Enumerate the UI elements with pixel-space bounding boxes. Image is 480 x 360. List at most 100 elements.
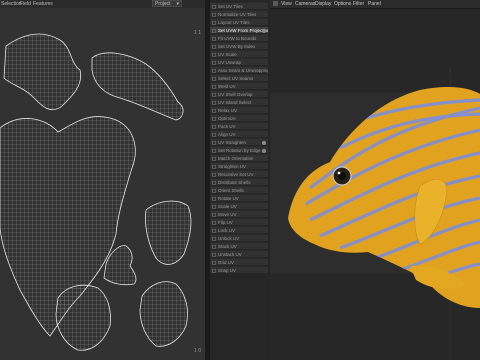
- command-label: Weld UV: [218, 84, 236, 89]
- command-item[interactable]: Match Orientation: [210, 154, 268, 161]
- chevron-down-icon: ▾: [176, 1, 179, 7]
- command-item[interactable]: Pack UV: [210, 122, 268, 129]
- command-item[interactable]: Move UV: [210, 210, 268, 217]
- command-label: UV Island Select: [218, 100, 252, 105]
- checkbox-icon[interactable]: [212, 236, 216, 241]
- command-item[interactable]: UV Scale: [210, 50, 268, 57]
- command-item[interactable]: Set Rotation by Edge: [210, 146, 268, 153]
- checkbox-icon[interactable]: [212, 140, 216, 145]
- command-item[interactable]: Flip UV: [210, 218, 268, 225]
- command-item[interactable]: Straighten UV: [210, 162, 268, 169]
- viewport-menu-icon[interactable]: [273, 1, 278, 6]
- checkbox-icon[interactable]: [212, 180, 216, 185]
- checkbox-icon[interactable]: [212, 252, 216, 257]
- menu-field[interactable]: Field: [20, 1, 31, 7]
- command-item[interactable]: UV Unwrap: [210, 58, 268, 65]
- command-item[interactable]: Relax UV: [210, 106, 268, 113]
- command-label: Set Rotation by Edge: [218, 148, 261, 153]
- checkbox-icon[interactable]: [212, 12, 216, 17]
- command-label: Set UVW From Projection: [218, 28, 268, 33]
- menu-options[interactable]: Options: [334, 1, 351, 7]
- command-label: Fit UVW to Bounds: [218, 36, 257, 41]
- menu-cameras[interactable]: Cameras: [295, 1, 315, 7]
- checkbox-icon[interactable]: [212, 156, 216, 161]
- project-dropdown-label: Project: [155, 1, 171, 7]
- checkbox-icon[interactable]: [212, 76, 216, 81]
- command-item[interactable]: Optimize: [210, 114, 268, 121]
- command-item[interactable]: Fit UVW to Bounds: [210, 34, 268, 41]
- command-label: Optimize: [218, 116, 236, 121]
- checkbox-icon[interactable]: [212, 44, 216, 49]
- checkbox-icon[interactable]: [212, 220, 216, 225]
- command-label: UV Shell Overlap: [218, 92, 253, 97]
- checkbox-icon[interactable]: [212, 132, 216, 137]
- 3d-viewport[interactable]: View Cameras Display Options Filter Pane…: [270, 0, 480, 360]
- menu-panel[interactable]: Panel: [368, 1, 381, 7]
- project-dropdown[interactable]: Project ▾: [152, 0, 182, 7]
- checkbox-icon[interactable]: [212, 4, 216, 9]
- uv-editor-canvas[interactable]: 1 1 1 0: [0, 8, 205, 360]
- checkbox-icon[interactable]: [212, 100, 216, 105]
- checkbox-icon[interactable]: [212, 28, 216, 33]
- checkbox-icon[interactable]: [212, 52, 216, 57]
- checkbox-icon[interactable]: [212, 212, 216, 217]
- checkbox-icon[interactable]: [212, 92, 216, 97]
- checkbox-icon[interactable]: [212, 116, 216, 121]
- checkbox-icon[interactable]: [212, 108, 216, 113]
- command-item[interactable]: Recursive Set UV: [210, 170, 268, 177]
- command-item[interactable]: Weld UV: [210, 82, 268, 89]
- command-item[interactable]: Unstack UV: [210, 250, 268, 257]
- command-item[interactable]: Rotate UV: [210, 194, 268, 201]
- checkbox-icon[interactable]: [212, 244, 216, 249]
- options-dot-icon[interactable]: [262, 28, 266, 33]
- checkbox-icon[interactable]: [212, 164, 216, 169]
- command-item[interactable]: UV Straighten: [210, 138, 268, 145]
- command-item[interactable]: Align UV: [210, 130, 268, 137]
- command-item[interactable]: Grid UV: [210, 258, 268, 265]
- checkbox-icon[interactable]: [212, 84, 216, 89]
- command-item[interactable]: Set UV Tiles: [210, 2, 268, 9]
- checkbox-icon[interactable]: [212, 172, 216, 177]
- command-item[interactable]: Select UV Seams: [210, 74, 268, 81]
- uv-islands: [0, 33, 192, 351]
- checkbox-icon[interactable]: [212, 204, 216, 209]
- checkbox-icon[interactable]: [212, 148, 216, 153]
- command-label: Distribute Shells: [218, 180, 251, 185]
- command-item[interactable]: Scale UV: [210, 202, 268, 209]
- checkbox-icon[interactable]: [212, 268, 216, 273]
- checkbox-icon[interactable]: [212, 228, 216, 233]
- checkbox-icon[interactable]: [212, 260, 216, 265]
- options-dot-icon[interactable]: [262, 148, 266, 153]
- command-item[interactable]: Stack UV: [210, 242, 268, 249]
- command-item[interactable]: Snap UV: [210, 266, 268, 273]
- command-item[interactable]: UV Shell Overlap: [210, 90, 268, 97]
- checkbox-icon[interactable]: [212, 60, 216, 65]
- command-item[interactable]: Set UVW By Index: [210, 42, 268, 49]
- command-item[interactable]: Orient Shells: [210, 186, 268, 193]
- command-label: Align UV: [218, 132, 236, 137]
- command-item[interactable]: Auto Seam & Unwrapping: [210, 66, 268, 73]
- options-dot-icon[interactable]: [262, 140, 266, 145]
- checkbox-icon[interactable]: [212, 188, 216, 193]
- command-item[interactable]: Distribute Shells: [210, 178, 268, 185]
- checkbox-icon[interactable]: [212, 196, 216, 201]
- checkbox-icon[interactable]: [212, 20, 216, 25]
- uv-island-7: [139, 281, 188, 347]
- command-label: Auto Seam & Unwrapping: [218, 68, 268, 73]
- menu-features[interactable]: Features: [33, 1, 53, 7]
- command-item[interactable]: Normalize UV Tiles: [210, 10, 268, 17]
- menu-selection[interactable]: Selection: [1, 1, 22, 7]
- checkbox-icon[interactable]: [212, 124, 216, 129]
- menu-view[interactable]: View: [281, 1, 292, 7]
- uv-island-1: [3, 33, 82, 111]
- command-item[interactable]: Set UVW From Projection: [210, 26, 268, 33]
- command-label: Set UVW By Index: [218, 44, 256, 49]
- checkbox-icon[interactable]: [212, 36, 216, 41]
- menu-display[interactable]: Display: [315, 1, 331, 7]
- command-item[interactable]: Lock UV: [210, 226, 268, 233]
- menu-filter[interactable]: Filter: [353, 1, 364, 7]
- command-item[interactable]: Unlock UV: [210, 234, 268, 241]
- checkbox-icon[interactable]: [212, 68, 216, 73]
- command-item[interactable]: Layout UV Tiles: [210, 18, 268, 25]
- command-item[interactable]: UV Island Select: [210, 98, 268, 105]
